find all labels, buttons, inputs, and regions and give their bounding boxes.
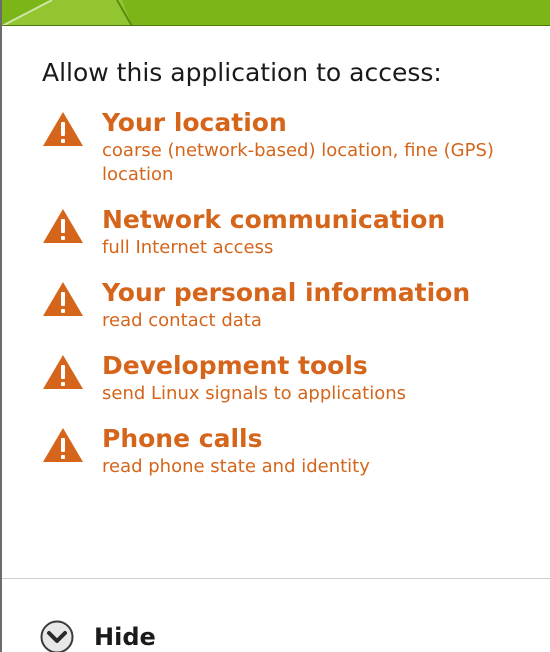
permission-title: Network communication bbox=[102, 205, 446, 234]
permission-item-location: Your location coarse (network-based) loc… bbox=[42, 107, 540, 187]
permission-title: Your location bbox=[102, 108, 287, 137]
dialog-heading: Allow this application to access: bbox=[42, 58, 442, 87]
permission-item-dev-tools: Development tools send Linux signals to … bbox=[42, 350, 540, 406]
permission-title: Development tools bbox=[102, 351, 368, 380]
permissions-dialog: Allow this application to access: Your l… bbox=[0, 0, 550, 652]
warning-icon bbox=[43, 112, 83, 146]
permission-item-phone-calls: Phone calls read phone state and identit… bbox=[42, 423, 540, 479]
warning-icon bbox=[43, 355, 83, 389]
permission-description: coarse (network-based) location, fine (G… bbox=[102, 140, 494, 185]
permission-item-network: Network communication full Internet acce… bbox=[42, 204, 540, 260]
permission-item-personal-info: Your personal information read contact d… bbox=[42, 277, 540, 333]
warning-icon bbox=[43, 209, 83, 243]
permission-title: Phone calls bbox=[102, 424, 263, 453]
divider bbox=[2, 578, 550, 579]
permission-description: send Linux signals to applications bbox=[102, 383, 407, 404]
warning-icon bbox=[43, 428, 83, 462]
permission-title: Your personal information bbox=[102, 278, 471, 307]
permissions-content: Allow this application to access: Your l… bbox=[42, 58, 540, 496]
permission-description: read contact data bbox=[102, 310, 262, 331]
hide-label: Hide bbox=[94, 623, 156, 651]
chevron-down-icon bbox=[40, 620, 74, 652]
permission-description: read phone state and identity bbox=[102, 456, 370, 477]
permission-description: full Internet access bbox=[102, 237, 274, 258]
hide-toggle-button[interactable]: Hide bbox=[40, 620, 156, 652]
warning-icon bbox=[43, 282, 83, 316]
permission-list: Your location coarse (network-based) loc… bbox=[42, 107, 540, 479]
header-bar bbox=[2, 0, 550, 26]
